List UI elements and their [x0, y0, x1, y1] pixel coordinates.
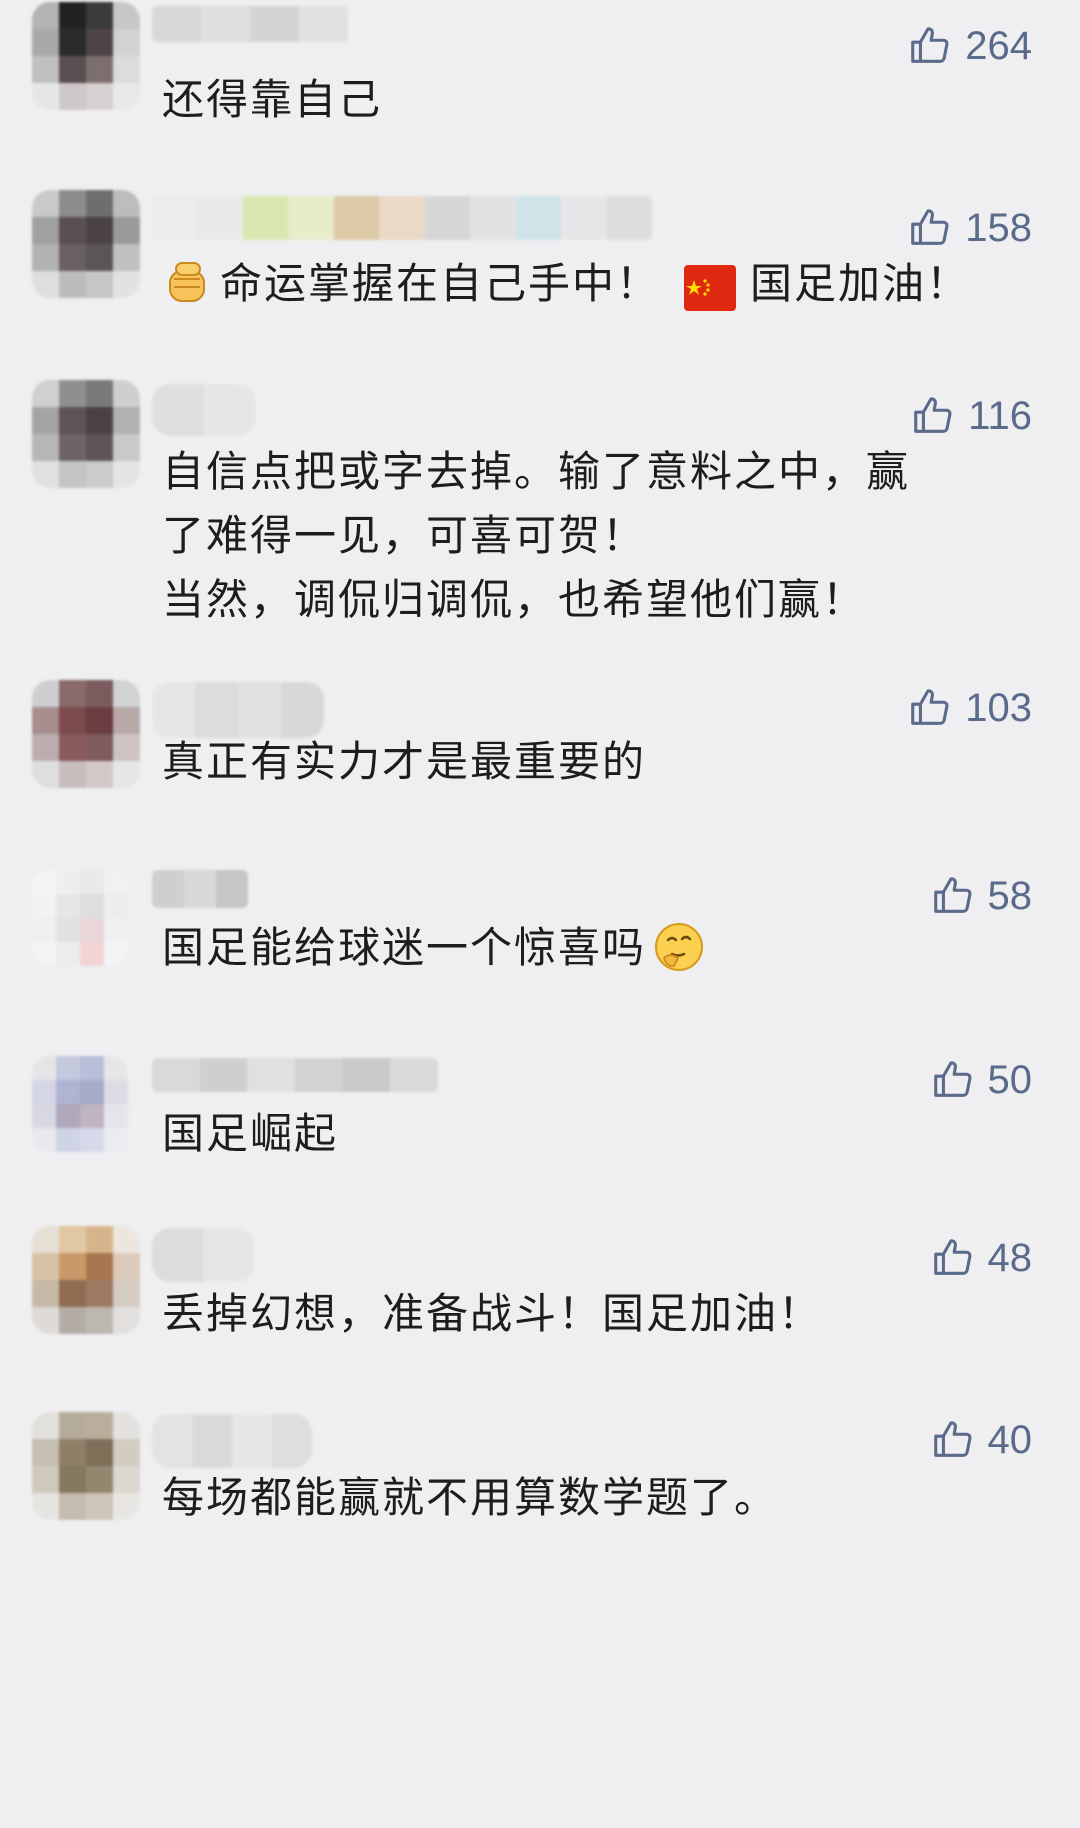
comment-line: 国足能给球迷一个惊喜吗 — [162, 916, 1022, 980]
avatar[interactable] — [32, 680, 140, 788]
comment-text-part: 国足加油！ — [750, 259, 971, 308]
comment-line: 还得靠自己 — [162, 75, 383, 124]
like-button[interactable]: 158 — [907, 202, 1032, 254]
username-blurred[interactable] — [152, 384, 256, 436]
thumbs-up-icon — [911, 209, 949, 245]
comment-line: 丢掉幻想，准备战斗！国足加油！ — [162, 1289, 823, 1338]
username-blurred[interactable] — [152, 1414, 312, 1468]
like-button[interactable]: 40 — [930, 1414, 1033, 1466]
thumbs-up-icon — [933, 1239, 971, 1275]
comment-text: 真正有实力才是最重要的 — [162, 730, 1022, 794]
comment-text: 自信点把或字去掉。输了意料之中，赢 了难得一见，可喜可贺！ 当然，调侃归调侃，也… — [162, 440, 1022, 632]
thinking-face-icon — [655, 922, 704, 971]
avatar[interactable] — [32, 380, 140, 488]
like-button[interactable]: 48 — [930, 1232, 1033, 1284]
comment-feed: 264 还得靠自己 158 命运掌握在自己手中！ 国足加油！ 116 自信点把或… — [0, 0, 1080, 1828]
avatar[interactable] — [32, 1056, 128, 1152]
comment-text: 国足能给球迷一个惊喜吗 — [162, 916, 1022, 980]
avatar[interactable] — [32, 2, 140, 110]
thumbs-up-icon — [933, 1421, 971, 1457]
like-count: 40 — [987, 1417, 1033, 1462]
like-count: 50 — [987, 1057, 1033, 1102]
username-blurred[interactable] — [152, 1058, 438, 1092]
comment-text-part: 国足能给球迷一个惊喜吗 — [162, 923, 647, 972]
username-blurred[interactable] — [152, 1228, 254, 1282]
raised-fist-icon — [169, 261, 205, 302]
like-count: 48 — [987, 1235, 1033, 1280]
like-count: 116 — [968, 393, 1032, 438]
username-blurred[interactable] — [152, 870, 248, 908]
like-button[interactable]: 264 — [907, 20, 1032, 72]
like-button[interactable]: 50 — [930, 1054, 1033, 1106]
avatar[interactable] — [32, 190, 140, 298]
comment-line: 了难得一见，可喜可贺！ — [162, 511, 647, 560]
comment-text: 丢掉幻想，准备战斗！国足加油！ — [162, 1282, 1022, 1346]
username-blurred[interactable] — [152, 196, 652, 240]
like-count: 58 — [987, 873, 1033, 918]
like-button[interactable]: 116 — [910, 390, 1032, 442]
comment-line: 每场都能赢就不用算数学题了。 — [162, 1473, 779, 1522]
avatar[interactable] — [32, 1226, 140, 1334]
username-blurred[interactable] — [152, 6, 348, 42]
comment-line: 真正有实力才是最重要的 — [162, 737, 647, 786]
comment-line: 命运掌握在自己手中！ 国足加油！ — [162, 252, 1022, 316]
thumbs-up-icon — [911, 689, 949, 725]
comment-text: 国足崛起 — [162, 1102, 1022, 1166]
like-count: 264 — [965, 23, 1032, 68]
comment-text: 命运掌握在自己手中！ 国足加油！ — [162, 252, 1022, 316]
comment-line: 国足崛起 — [162, 1109, 339, 1158]
like-button[interactable]: 103 — [907, 682, 1032, 734]
like-button[interactable]: 58 — [930, 870, 1033, 922]
like-count: 158 — [965, 205, 1032, 250]
comment-text-part: 命运掌握在自己手中！ — [220, 259, 661, 308]
thumbs-up-icon — [933, 1061, 971, 1097]
thumbs-up-icon — [911, 27, 949, 63]
avatar[interactable] — [32, 1412, 140, 1520]
thumbs-up-icon — [933, 877, 971, 913]
like-count: 103 — [965, 685, 1032, 730]
china-flag-icon — [684, 264, 737, 311]
comment-text: 每场都能赢就不用算数学题了。 — [162, 1466, 1022, 1530]
comment-line: 当然，调侃归调侃，也希望他们赢！ — [162, 575, 867, 624]
thumbs-up-icon — [914, 397, 952, 433]
avatar[interactable] — [32, 870, 128, 966]
comment-line: 自信点把或字去掉。输了意料之中，赢 — [162, 447, 911, 496]
comment-text: 还得靠自己 — [162, 68, 1022, 132]
